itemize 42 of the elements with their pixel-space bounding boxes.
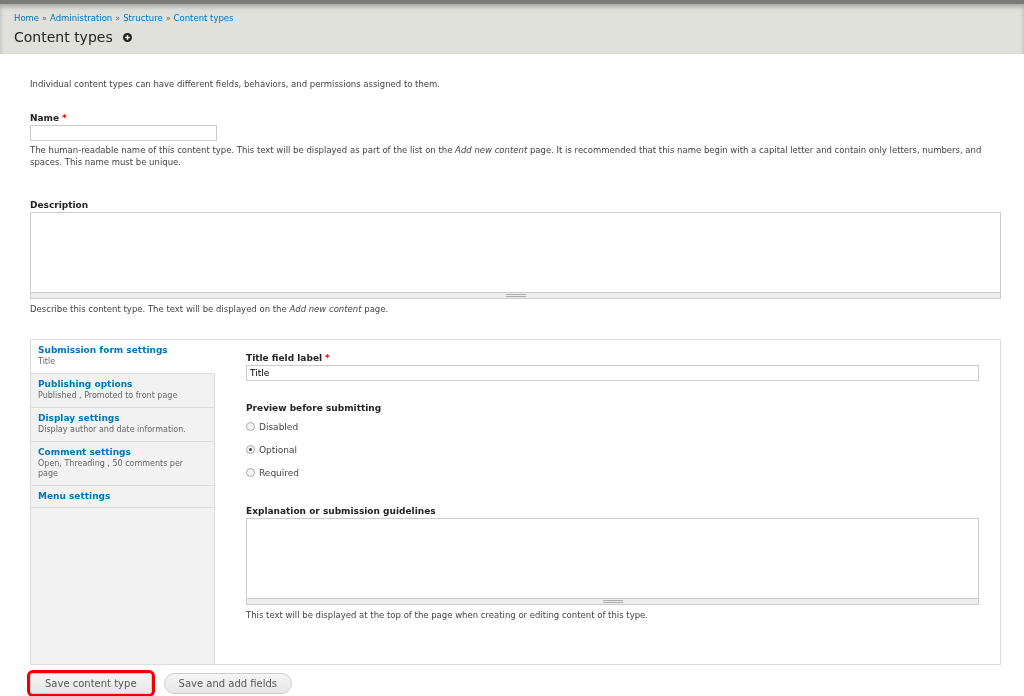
- description-textarea[interactable]: [30, 212, 1001, 299]
- tab-summary: Published , Promoted to front page: [38, 391, 179, 401]
- radio-label: Disabled: [259, 421, 299, 432]
- breadcrumb-separator-icon: »: [42, 13, 47, 23]
- breadcrumb-link[interactable]: Content types: [173, 13, 234, 23]
- tab-summary: Display author and date information.: [38, 425, 187, 435]
- form-button[interactable]: Save content type: [30, 673, 152, 694]
- field-label: Title field label: [246, 353, 323, 363]
- add-shortcut-icon[interactable]: [122, 32, 132, 42]
- breadcrumb-link[interactable]: Structure: [123, 13, 163, 23]
- breadcrumb-link[interactable]: Home: [14, 13, 40, 23]
- guidelines-textarea[interactable]: [246, 518, 979, 605]
- vertical-tab[interactable]: Submission form settings Title: [31, 340, 215, 374]
- required-mark: *: [325, 353, 330, 363]
- radio-button[interactable]: [246, 468, 255, 477]
- radio-label: Optional: [259, 444, 298, 455]
- tab-title: Menu settings: [38, 491, 112, 501]
- breadcrumb-separator-icon: »: [165, 13, 171, 23]
- page-title: Content types: [14, 29, 113, 45]
- radio-button[interactable]: [246, 422, 255, 431]
- field-label: Description: [30, 200, 89, 210]
- radio-button[interactable]: [246, 445, 255, 454]
- help-text: The human-readable name of this content type. This text will be displayed as part of the list on the Add new content page. It is recommended that this name begin with a capital letter and contain only letters, numbers, and spaces. This name must be unique.: [30, 144, 983, 168]
- radio-label: Required: [259, 467, 300, 478]
- name-input[interactable]: [30, 125, 217, 141]
- help-text: This text will be displayed at the top of the page when creating or editing content of this type.: [246, 609, 649, 621]
- field-label: Explanation or submission guidelines: [246, 506, 436, 516]
- breadcrumb-separator-icon: »: [115, 13, 121, 23]
- tab-title: Submission form settings: [38, 345, 169, 355]
- form-button[interactable]: Save and add fields: [163, 673, 293, 694]
- tab-summary: Open, Threading , 50 comments per page: [38, 459, 185, 479]
- breadcrumb-link[interactable]: Administration: [50, 13, 113, 23]
- tab-title: Comment settings: [38, 447, 132, 457]
- field-label: Preview before submitting: [246, 403, 382, 413]
- help-text: Describe this content type. The text will be displayed on the Add new content page.: [30, 303, 390, 315]
- required-mark: *: [62, 113, 67, 123]
- tab-summary: Title: [38, 357, 57, 367]
- tab-title: Display settings: [38, 413, 121, 423]
- title-label-input[interactable]: Title: [246, 365, 979, 381]
- intro-text: Individual content types can have different fields, behaviors, and permissions assigned to them.: [30, 78, 442, 90]
- tab-title: Publishing options: [38, 379, 134, 389]
- field-label: Name: [30, 113, 60, 123]
